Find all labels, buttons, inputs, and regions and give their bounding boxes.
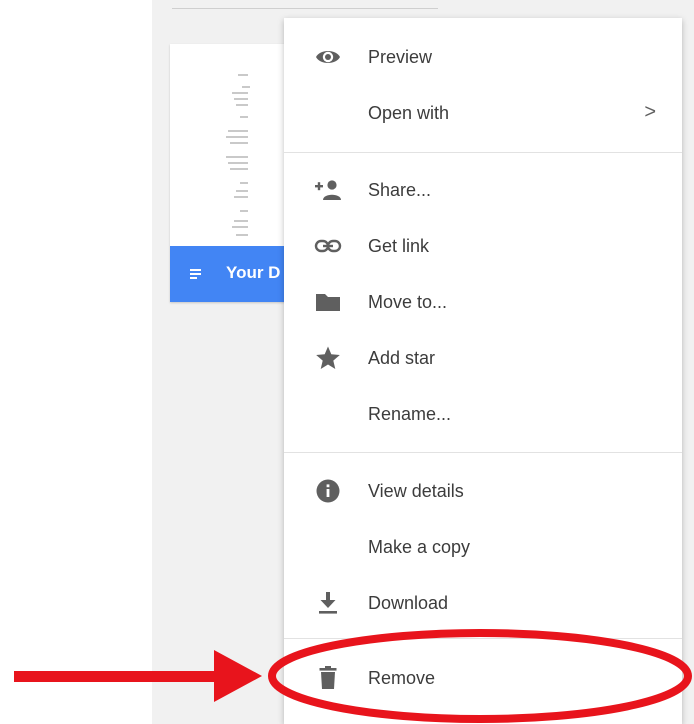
menu-divider [284, 152, 682, 153]
menu-item-open-with[interactable]: Open with > [284, 88, 682, 138]
menu-item-preview[interactable]: Preview [284, 32, 682, 82]
doc-icon [190, 269, 201, 281]
menu-item-download[interactable]: Download [284, 578, 682, 628]
menu-item-rename[interactable]: Rename... [284, 389, 682, 439]
top-divider [172, 8, 438, 9]
menu-item-remove[interactable]: Remove [284, 653, 682, 703]
menu-item-share[interactable]: Share... [284, 165, 682, 215]
trash-icon [314, 665, 342, 691]
menu-divider [284, 452, 682, 453]
chevron-right-icon: > [644, 101, 656, 123]
star-icon [314, 345, 342, 371]
menu-item-view-details[interactable]: View details [284, 466, 682, 516]
menu-item-make-a-copy[interactable]: Make a copy [284, 522, 682, 572]
menu-label-make-a-copy: Make a copy [368, 537, 471, 557]
screenshot-stage: Your D Preview Open with > Share... Get … [0, 0, 694, 724]
download-icon [314, 590, 342, 616]
menu-label-move-to: Move to... [368, 292, 448, 312]
context-menu: Preview Open with > Share... Get link Mo… [284, 18, 682, 724]
menu-label-open-with: Open with [368, 103, 450, 123]
menu-label-rename: Rename... [368, 404, 452, 424]
menu-label-view-details: View details [368, 481, 464, 501]
menu-label-remove: Remove [368, 668, 436, 688]
menu-label-add-star: Add star [368, 348, 436, 368]
add-person-icon [314, 177, 342, 203]
eye-icon [314, 44, 342, 70]
file-title: Your D [226, 263, 281, 282]
menu-item-get-link[interactable]: Get link [284, 221, 682, 271]
menu-item-add-star[interactable]: Add star [284, 333, 682, 383]
menu-label-preview: Preview [368, 47, 433, 67]
folder-icon [314, 289, 342, 315]
menu-label-get-link: Get link [368, 236, 430, 256]
menu-label-download: Download [368, 593, 449, 613]
menu-item-move-to[interactable]: Move to... [284, 277, 682, 327]
link-icon [314, 233, 342, 259]
info-icon [314, 478, 342, 504]
menu-divider [284, 638, 682, 639]
menu-label-share: Share... [368, 180, 432, 200]
